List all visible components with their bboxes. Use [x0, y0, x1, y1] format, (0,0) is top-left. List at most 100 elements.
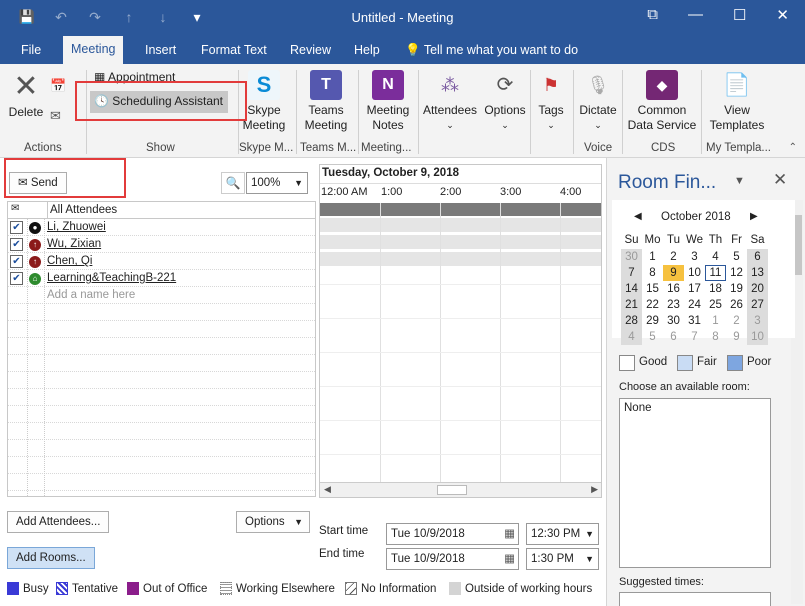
attendee-name[interactable]: Li, Zhuowei [47, 221, 106, 233]
calendar-icon[interactable]: 📅 [50, 78, 66, 94]
suggested-times-list[interactable] [619, 592, 771, 606]
common-data-service-button[interactable]: ◆ Common Data Service [627, 70, 697, 133]
options-ribbon-button[interactable]: ⟳ Options ⌄ [482, 70, 528, 133]
calendar-day[interactable]: 16 [663, 281, 684, 297]
calendar-day[interactable]: 21 [621, 297, 642, 313]
calendar-day[interactable]: 24 [684, 297, 705, 313]
ribbon-display-icon[interactable]: ⧉ [647, 6, 658, 24]
attendee-name[interactable]: Learning&TeachingB-221 [47, 272, 176, 284]
delete-button[interactable]: ✕ Delete [6, 72, 46, 120]
attendees-button[interactable]: ⁂ Attendees ⌄ [422, 70, 478, 133]
tab-insert[interactable]: Insert [145, 43, 176, 57]
attendee-checkbox[interactable]: ✔ [10, 255, 23, 268]
calendar-day[interactable]: 30 [663, 313, 684, 329]
calendar-day[interactable]: 6 [663, 329, 684, 345]
calendar-day[interactable]: 9 [726, 329, 747, 345]
tell-me-search[interactable]: 💡 Tell me what you want to do [405, 43, 578, 58]
envelope-sort-icon[interactable]: ✉ [11, 203, 19, 214]
close-button[interactable]: ✕ [776, 6, 789, 24]
calendar-day[interactable]: 2 [726, 313, 747, 329]
calendar-day[interactable]: 15 [642, 281, 663, 297]
chevron-down-icon[interactable]: ▼ [734, 175, 745, 187]
view-templates-button[interactable]: 📄 View Templates [706, 70, 768, 133]
dictate-button[interactable]: 🎙 Dictate ⌄ [576, 70, 620, 133]
meeting-notes-button[interactable]: N Meeting Notes [364, 70, 412, 133]
calendar-day[interactable]: 23 [663, 297, 684, 313]
tags-button[interactable]: ⚑ Tags ⌄ [533, 70, 569, 133]
attendee-name[interactable]: Wu, Zixian [47, 238, 101, 250]
calendar-day[interactable]: 29 [642, 313, 663, 329]
skype-meeting-button[interactable]: S Skype Meeting [240, 70, 288, 133]
attendee-row[interactable]: ✔ ● Li, Zhuowei [8, 219, 315, 236]
calendar-day[interactable]: 7 [684, 329, 705, 345]
calendar-day[interactable]: 11 [705, 265, 726, 281]
forward-icon[interactable]: ✉ [50, 108, 61, 124]
zoom-select[interactable]: 100% ▼ [246, 172, 308, 194]
maximize-button[interactable]: ☐ [733, 6, 746, 24]
attendee-name[interactable]: Chen, Qi [47, 255, 92, 267]
calendar-day[interactable]: 8 [705, 329, 726, 345]
tab-meeting[interactable]: Meeting [63, 36, 124, 64]
add-attendees-button[interactable]: Add Attendees... [7, 511, 110, 533]
end-date-field[interactable]: Tue 10/9/2018 ▦ [386, 548, 519, 570]
scrollbar-thumb[interactable] [437, 485, 467, 495]
calendar-day[interactable]: 7 [621, 265, 642, 281]
calendar-day[interactable]: 3 [747, 313, 768, 329]
calendar-day[interactable]: 5 [726, 249, 747, 265]
calendar-day[interactable]: 26 [726, 297, 747, 313]
calendar-picker-icon[interactable]: ▦ [504, 549, 515, 569]
tab-format-text[interactable]: Format Text [201, 43, 267, 57]
attendee-checkbox[interactable]: ✔ [10, 238, 23, 251]
attendee-row[interactable]: ✔ ↑ Chen, Qi [8, 253, 315, 270]
calendar-day[interactable]: 10 [684, 265, 705, 281]
prev-month-icon[interactable]: ◀ [634, 211, 642, 222]
calendar-day[interactable]: 13 [747, 265, 768, 281]
calendar-day[interactable]: 9 [663, 265, 684, 281]
calendar-day[interactable]: 17 [684, 281, 705, 297]
room-list[interactable]: None [619, 398, 771, 568]
add-name-input[interactable]: Add a name here [47, 289, 135, 301]
free-busy-grid[interactable]: Tuesday, October 9, 2018 12:00 AM 1:00 2… [319, 164, 602, 498]
tab-help[interactable]: Help [354, 43, 380, 57]
attendee-row[interactable]: ✔ ⌂ Learning&TeachingB-221 [8, 270, 315, 287]
calendar-day[interactable]: 31 [684, 313, 705, 329]
scroll-right-icon[interactable]: ▶ [591, 484, 598, 495]
start-time-field[interactable]: 12:30 PM ▼ [526, 523, 599, 545]
add-rooms-button[interactable]: Add Rooms... [7, 547, 95, 569]
calendar-day[interactable]: 30 [621, 249, 642, 265]
calendar-day[interactable]: 1 [705, 313, 726, 329]
calendar-picker-icon[interactable]: ▦ [504, 524, 515, 544]
zoom-icon[interactable]: 🔍 [221, 172, 245, 194]
calendar-day[interactable]: 20 [747, 281, 768, 297]
calendar-day[interactable]: 19 [726, 281, 747, 297]
start-date-field[interactable]: Tue 10/9/2018 ▦ [386, 523, 519, 545]
calendar-day[interactable]: 8 [642, 265, 663, 281]
calendar-day[interactable]: 27 [747, 297, 768, 313]
calendar-day[interactable]: 4 [621, 329, 642, 345]
calendar-day[interactable]: 1 [642, 249, 663, 265]
room-list-item[interactable]: None [624, 402, 652, 414]
calendar-day[interactable]: 14 [621, 281, 642, 297]
add-name-row[interactable]: Add a name here [8, 287, 315, 304]
calendar-day[interactable]: 28 [621, 313, 642, 329]
scroll-left-icon[interactable]: ◀ [324, 484, 331, 495]
calendar-day[interactable]: 12 [726, 265, 747, 281]
end-time-field[interactable]: 1:30 PM ▼ [526, 548, 599, 570]
minimize-button[interactable]: — [688, 6, 703, 24]
calendar-day[interactable]: 22 [642, 297, 663, 313]
calendar-day[interactable]: 25 [705, 297, 726, 313]
calendar-day[interactable]: 10 [747, 329, 768, 345]
calendar-day[interactable]: 4 [705, 249, 726, 265]
teams-meeting-button[interactable]: T Teams Meeting [302, 70, 350, 133]
close-icon[interactable]: ✕ [773, 170, 787, 190]
attendee-checkbox[interactable]: ✔ [10, 221, 23, 234]
attendee-row[interactable]: ✔ ↑ Wu, Zixian [8, 236, 315, 253]
calendar-day[interactable]: 6 [747, 249, 768, 265]
calendar-day[interactable]: 2 [663, 249, 684, 265]
calendar-day[interactable]: 5 [642, 329, 663, 345]
attendee-checkbox[interactable]: ✔ [10, 272, 23, 285]
calendar-day[interactable]: 18 [705, 281, 726, 297]
tab-review[interactable]: Review [290, 43, 331, 57]
tab-file[interactable]: File [21, 43, 41, 57]
options-button[interactable]: Options ▼ [236, 511, 310, 533]
